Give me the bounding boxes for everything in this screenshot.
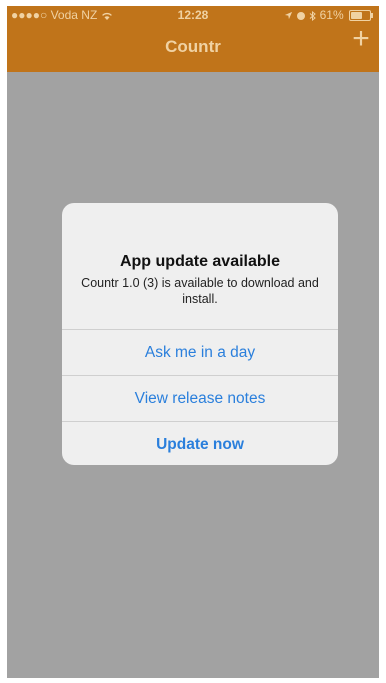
alert-message: Countr 1.0 (3) is available to download … (81, 276, 319, 306)
location-arrow-icon (284, 8, 296, 22)
update-now-button[interactable]: Update now (62, 421, 338, 465)
page-title: Countr (165, 37, 221, 56)
status-bar: ●●●●○ Voda NZ 12:28 61% (7, 6, 379, 24)
navigation-bar: ●●●●○ Voda NZ 12:28 61% Countr + (7, 6, 379, 72)
app-screen: ●●●●○ Voda NZ 12:28 61% Countr + App upd… (7, 6, 379, 678)
update-alert-dialog: App update available Countr 1.0 (3) is a… (62, 203, 338, 465)
alert-title: App update available (119, 253, 281, 270)
battery-icon (349, 10, 373, 22)
battery-percent: 61% (319, 8, 344, 22)
view-release-notes-button[interactable]: View release notes (62, 375, 338, 421)
ask-me-later-button[interactable]: Ask me in a day (62, 329, 338, 375)
add-button[interactable]: + (347, 24, 375, 54)
battery-level (351, 12, 362, 20)
alarm-icon (296, 8, 309, 22)
bluetooth-icon (309, 8, 319, 22)
